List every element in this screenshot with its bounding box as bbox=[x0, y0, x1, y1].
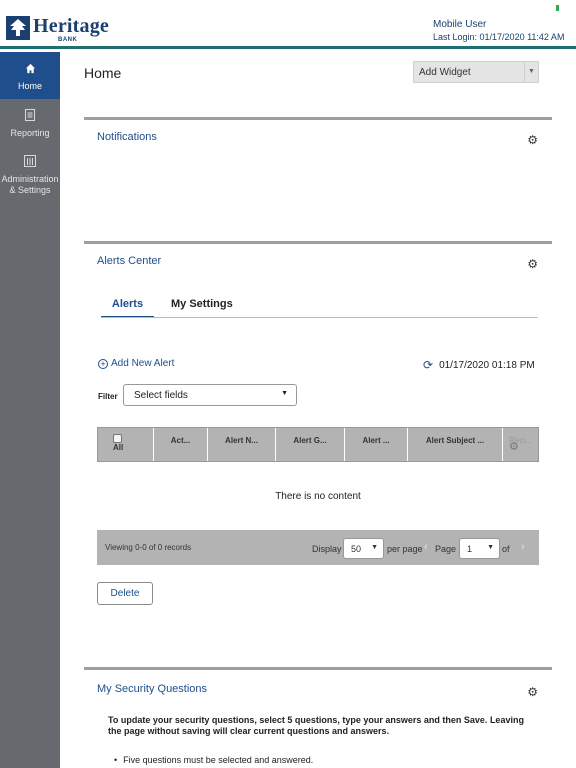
per-page-value: 50 bbox=[351, 544, 362, 554]
chevron-down-icon: ▼ bbox=[524, 62, 538, 82]
sidebar: Home Reporting Administration & Settings bbox=[0, 52, 60, 768]
empty-message: There is no content bbox=[275, 491, 361, 502]
plus-circle-icon: + bbox=[98, 358, 108, 369]
add-new-alert-label: Add New Alert bbox=[111, 358, 175, 369]
security-instructions: To update your security questions, selec… bbox=[108, 715, 524, 736]
records-count: Viewing 0-0 of 0 records bbox=[105, 543, 192, 552]
tab-divider bbox=[101, 317, 538, 318]
gear-icon[interactable]: ⚙ bbox=[527, 134, 538, 146]
column-label: All bbox=[113, 443, 124, 452]
sidebar-item-administration[interactable]: Administration & Settings bbox=[0, 145, 60, 196]
sidebar-item-label: Reporting bbox=[10, 128, 50, 138]
delete-button[interactable]: Delete bbox=[97, 582, 153, 605]
per-page-select[interactable]: 50 ▼ bbox=[343, 538, 384, 559]
user-info: Mobile User Last Login: 01/17/2020 11:42… bbox=[433, 19, 564, 43]
column-header-action[interactable]: Act... bbox=[154, 428, 208, 461]
column-header-alert-subject[interactable]: Alert Subject ... bbox=[408, 428, 503, 461]
display-label: Display bbox=[312, 544, 342, 554]
page-value: 1 bbox=[467, 544, 473, 554]
add-widget-select[interactable]: Add Widget ▼ bbox=[413, 61, 539, 83]
refresh-timestamp: 01/17/2020 01:18 PM bbox=[439, 359, 535, 371]
logo-sub: BANK bbox=[58, 37, 78, 43]
refresh-control: ⟳ 01/17/2020 01:18 PM bbox=[423, 358, 535, 372]
column-header-alert-type[interactable]: Alert ... bbox=[345, 428, 408, 461]
prev-page-icon[interactable]: ‹ bbox=[424, 541, 428, 553]
sidebar-item-home[interactable]: Home bbox=[0, 52, 60, 99]
user-name[interactable]: Mobile User bbox=[433, 19, 564, 31]
tree-logo-icon bbox=[6, 16, 30, 40]
column-header-alert-name[interactable]: Alert N... bbox=[208, 428, 276, 461]
table-pager: Viewing 0-0 of 0 records Display 50 ▼ pe… bbox=[97, 530, 539, 565]
column-header-alert-group[interactable]: Alert G... bbox=[276, 428, 345, 461]
page-title: Home bbox=[84, 65, 122, 81]
per-page-label: per page bbox=[387, 544, 423, 554]
security-questions-title: My Security Questions bbox=[97, 683, 208, 695]
list-item: Five questions must be selected and answ… bbox=[114, 755, 313, 765]
last-login: Last Login: 01/17/2020 11:42 AM bbox=[433, 32, 565, 42]
alerts-center-title: Alerts Center bbox=[97, 255, 162, 267]
page-label: Page bbox=[435, 544, 457, 554]
gear-icon[interactable]: ⚙ bbox=[527, 686, 538, 698]
page-select[interactable]: 1 ▼ bbox=[459, 538, 500, 559]
filter-value: Select fields bbox=[134, 390, 188, 401]
sidebar-item-reporting[interactable]: Reporting bbox=[0, 99, 60, 145]
notifications-panel: Notifications ⚙ bbox=[84, 117, 552, 241]
chevron-down-icon: ▼ bbox=[281, 390, 288, 397]
home-icon bbox=[0, 62, 60, 78]
add-new-alert-link[interactable]: + Add New Alert bbox=[98, 358, 174, 369]
chevron-down-icon: ▼ bbox=[487, 544, 494, 551]
main-content: Home Add Widget ▼ Notifications ⚙ Alerts… bbox=[60, 52, 576, 768]
sidebar-item-label: Home bbox=[17, 81, 42, 91]
tab-alerts[interactable]: Alerts bbox=[101, 298, 154, 318]
tab-my-settings[interactable]: My Settings bbox=[171, 298, 233, 310]
column-settings-gear-icon[interactable]: ⚙ bbox=[509, 440, 519, 453]
document-icon bbox=[0, 109, 60, 125]
security-questions-panel: My Security Questions ⚙ To update your s… bbox=[84, 667, 552, 768]
alerts-table-header: All Act... Alert N... Alert G... Alert .… bbox=[97, 427, 539, 462]
heritage-bank-logo[interactable]: Heritage BANK bbox=[6, 16, 109, 43]
notifications-title: Notifications bbox=[97, 131, 157, 143]
sliders-icon bbox=[0, 155, 60, 171]
alerts-center-panel: Alerts Center ⚙ Alerts My Settings + Add… bbox=[84, 241, 552, 669]
chevron-down-icon: ▼ bbox=[371, 544, 378, 551]
select-all-checkbox[interactable] bbox=[113, 434, 122, 443]
filter-label: Filter bbox=[98, 392, 118, 401]
logo-name: Heritage bbox=[33, 15, 110, 37]
column-header-all[interactable]: All bbox=[98, 428, 154, 461]
sidebar-item-label: Administration & Settings bbox=[1, 174, 59, 195]
filter-select[interactable]: Select fields ▼ bbox=[123, 384, 297, 406]
of-label: of bbox=[502, 544, 510, 554]
gear-icon[interactable]: ⚙ bbox=[527, 258, 538, 270]
status-indicator bbox=[556, 5, 559, 11]
add-widget-label: Add Widget bbox=[419, 67, 471, 78]
refresh-icon[interactable]: ⟳ bbox=[423, 358, 433, 372]
next-page-icon[interactable]: › bbox=[521, 541, 525, 553]
app-header: Heritage BANK Mobile User Last Login: 01… bbox=[0, 0, 576, 49]
